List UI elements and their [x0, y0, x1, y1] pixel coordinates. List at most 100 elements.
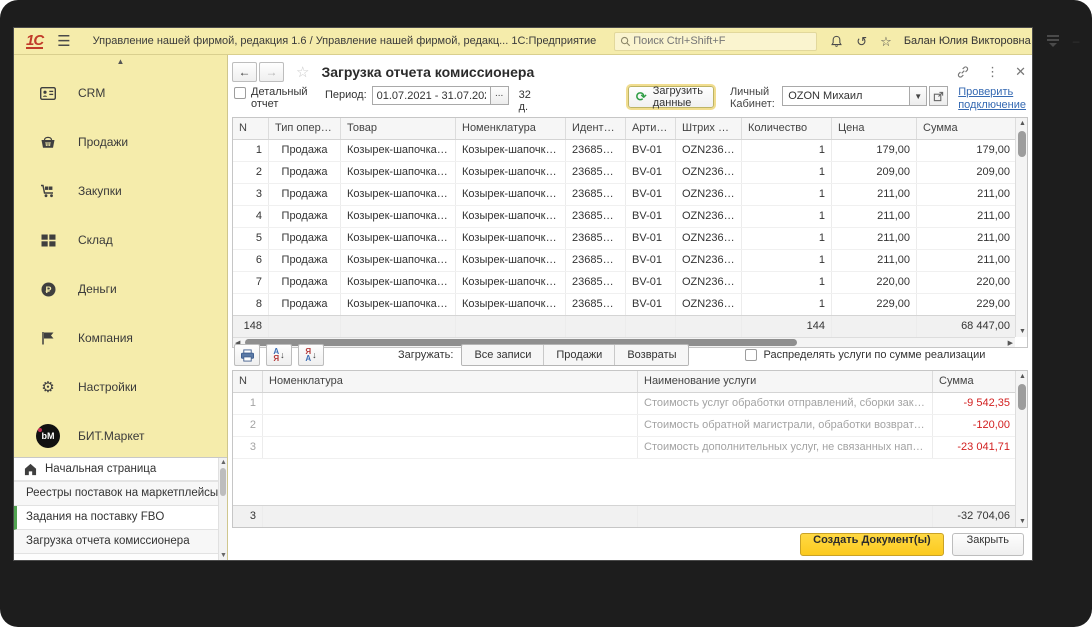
search-icon	[621, 36, 631, 46]
notifications-bell-icon[interactable]	[830, 35, 843, 48]
favorite-page-star-icon[interactable]: ☆	[296, 63, 309, 81]
forward-button[interactable]: →	[259, 62, 284, 82]
operations-table-row[interactable]: 4 Продажа Козырек-шапочка дл... Козырек-…	[233, 206, 1016, 228]
operations-table-row[interactable]: 1 Продажа Козырек-шапочка дл... Козырек-…	[233, 140, 1016, 162]
services-table-totals: 3 -32 704,06	[233, 505, 1016, 527]
distribute-services-label: Распределять услуги по сумме реализации	[763, 349, 986, 361]
sidebar-section-crm[interactable]: CRM	[14, 73, 227, 113]
cabinet-combo[interactable]: OZON Михаил ▼	[782, 86, 949, 106]
services-table-row[interactable]: 3 Стоимость дополнительных услуг, не свя…	[233, 437, 1016, 459]
records-filter: Все записи Продажи Возвраты	[461, 344, 690, 366]
sidebar-section-бит-маркет[interactable]: bM БИТ.Маркет	[14, 416, 227, 456]
gear-icon: ⚙	[41, 378, 55, 396]
bit-market-logo: bM	[36, 424, 60, 448]
sidebar-section-label: Деньги	[78, 282, 117, 296]
search-input[interactable]	[631, 34, 812, 48]
ruble-circle-icon: P	[36, 278, 60, 300]
home-icon	[24, 463, 37, 475]
open-window-tab[interactable]: Задания на поставку FBO	[14, 506, 227, 530]
distribute-services-checkbox[interactable]: Распределять услуги по сумме реализации	[745, 349, 985, 361]
sort-asc-icon: А Я ↓	[273, 347, 285, 363]
basket-icon	[36, 131, 60, 153]
sort-desc-button[interactable]: Я А ↓	[298, 344, 324, 366]
checkbox-box[interactable]	[234, 87, 246, 99]
cart-icon	[36, 180, 60, 202]
svg-text:P: P	[45, 284, 51, 294]
close-form-button[interactable]: Закрыть	[951, 533, 1024, 556]
operations-table-row[interactable]: 7 Продажа Козырек-шапочка дл... Козырек-…	[233, 272, 1016, 294]
detail-report-label: Детальный отчет	[251, 86, 308, 110]
operations-table-totals: 148 144 68 447,00	[233, 315, 1016, 337]
form-close-icon[interactable]: ✕	[1015, 64, 1026, 80]
current-user[interactable]: Балан Юлия Викторовна	[904, 35, 1031, 47]
desktop-background: 1С ☰ Управление нашей фирмой, редакция 1…	[0, 0, 1092, 627]
tabs-scrollbar[interactable]: ▲ ▼	[218, 458, 227, 560]
operations-table-row[interactable]: 3 Продажа Козырек-шапочка дл... Козырек-…	[233, 184, 1016, 206]
checkbox-box[interactable]	[745, 349, 758, 361]
sidebar-section-label: Продажи	[78, 135, 129, 149]
records-filter-option[interactable]: Все записи	[462, 345, 545, 365]
cabinet-open-icon[interactable]	[929, 86, 949, 106]
detail-report-checkbox[interactable]: Детальный отчет	[234, 86, 313, 110]
sidebar-section-label: Склад	[78, 233, 113, 247]
history-icon[interactable]: ↺	[856, 35, 867, 48]
operations-table-header: N Тип операции Товар Номенклатура Иденти…	[233, 118, 1016, 140]
refresh-icon: ⟳	[635, 89, 647, 104]
period-days: 32 д.	[518, 89, 531, 113]
services-vertical-scrollbar[interactable]: ▲ ▼	[1015, 371, 1027, 527]
open-window-tab[interactable]: Загрузка отчета комиссионера	[14, 530, 227, 554]
services-table: N Номенклатура Наименование услуги Сумма…	[232, 370, 1028, 528]
service-menu-icon[interactable]	[1046, 35, 1059, 47]
period-picker-button[interactable]: ...	[489, 86, 509, 105]
page-title: Загрузка отчета комиссионера	[321, 64, 535, 80]
operations-table: N Тип операции Товар Номенклатура Иденти…	[232, 117, 1028, 348]
sidebar-section-склад[interactable]: Склад	[14, 220, 227, 260]
home-page-item[interactable]: Начальная страница	[14, 458, 227, 482]
sidebar-section-деньги[interactable]: P Деньги	[14, 269, 227, 309]
check-connection-link[interactable]: Проверить подключение	[958, 86, 1026, 112]
favorites-star-icon[interactable]: ☆	[880, 35, 892, 48]
operations-table-row[interactable]: 8 Продажа Козырек-шапочка дл... Козырек-…	[233, 294, 1016, 316]
sidebar-section-label: Закупки	[78, 184, 122, 198]
records-filter-option[interactable]: Продажи	[544, 345, 616, 365]
app-title: Управление нашей фирмой, редакция 1.6 / …	[92, 35, 597, 47]
filter-label: Загружать:	[398, 349, 454, 361]
load-data-button[interactable]: ⟳ Загрузить данные	[627, 85, 714, 109]
sidebar-section-закупки[interactable]: Закупки	[14, 171, 227, 211]
operations-vertical-scrollbar[interactable]: ▲ ▼	[1015, 118, 1027, 337]
open-window-tab[interactable]: Реестры поставок на маркетплейсы	[14, 482, 227, 506]
operations-table-row[interactable]: 6 Продажа Козырек-шапочка дл... Козырек-…	[233, 250, 1016, 272]
1c-logo: 1С	[26, 31, 44, 49]
main-menu-icon[interactable]: ☰	[57, 32, 70, 50]
print-button[interactable]	[234, 344, 260, 366]
sidebar-section-настройки[interactable]: ⚙ Настройки	[14, 367, 227, 407]
printer-icon	[240, 348, 254, 362]
sidebar-section-label: CRM	[78, 86, 106, 100]
sort-asc-button[interactable]: А Я ↓	[266, 344, 292, 366]
global-search[interactable]	[614, 31, 818, 51]
open-windows-panel: Начальная страница Реестры поставок на м…	[14, 457, 227, 560]
services-table-row[interactable]: 2 Стоимость обратной магистрали, обработ…	[233, 415, 1016, 437]
more-menu-kebab-icon[interactable]: ⋮	[986, 64, 999, 80]
sidebar-section-продажи[interactable]: Продажи	[14, 122, 227, 162]
operations-table-row[interactable]: 2 Продажа Козырек-шапочка дл... Козырек-…	[233, 162, 1016, 184]
sidebar-section-компания[interactable]: Компания	[14, 318, 227, 358]
get-link-icon[interactable]	[956, 65, 970, 79]
operations-table-row[interactable]: 5 Продажа Козырек-шапочка дл... Козырек-…	[233, 228, 1016, 250]
home-page-label: Начальная страница	[45, 463, 157, 475]
cabinet-dropdown-icon[interactable]: ▼	[910, 86, 928, 106]
period-input[interactable]	[371, 86, 490, 105]
records-filter-option[interactable]: Возвраты	[615, 345, 689, 365]
back-button[interactable]: ←	[232, 62, 257, 82]
cabinet-label: Личный Кабинет:	[729, 86, 775, 110]
flag-icon	[36, 327, 60, 349]
services-table-row[interactable]: 1 Стоимость услуг обработки отправлений,…	[233, 393, 1016, 415]
cabinet-value[interactable]: OZON Михаил	[782, 86, 911, 106]
period-label: Период:	[325, 89, 367, 101]
create-documents-button[interactable]: Создать Документ(ы)	[800, 533, 944, 556]
sort-desc-icon: Я А ↓	[305, 347, 317, 363]
crm-card-icon	[36, 82, 60, 104]
sidebar: ▲ CRM Продажи Закупки Склад P Деньги Ком…	[14, 55, 228, 560]
minimize-button[interactable]: –	[1073, 34, 1080, 48]
sidebar-collapse-arrow[interactable]: ▲	[14, 57, 227, 66]
